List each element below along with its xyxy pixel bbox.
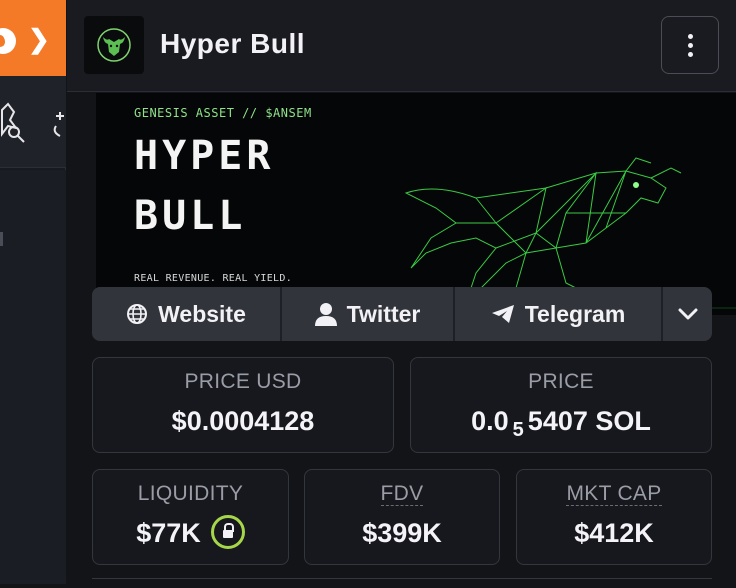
rail-scroll-marker[interactable] <box>0 232 3 246</box>
rail-list <box>0 170 66 584</box>
market-cap-value: $412K <box>574 518 654 548</box>
more-links-dropdown[interactable] <box>663 287 712 341</box>
telegram-link[interactable]: Telegram <box>455 287 663 341</box>
website-link[interactable]: Website <box>92 287 282 341</box>
price-sol-digits: 5407 SOL <box>527 406 651 436</box>
liquidity-label: LIQUIDITY <box>137 482 244 505</box>
liquidity-value: $77K <box>136 518 201 549</box>
kebab-menu-icon <box>687 33 693 39</box>
banner-tag: GENESIS ASSET // $ANSEM <box>134 106 312 120</box>
market-cap-card: MKT CAP $412K <box>516 469 712 565</box>
token-header: Hyper Bull <box>67 0 736 92</box>
more-options-button[interactable] <box>661 16 719 74</box>
market-cap-label-wrap: MKT CAP <box>517 482 711 506</box>
next-stats-row <box>92 578 712 588</box>
price-usd-label: PRICE USD <box>184 370 302 393</box>
liquidity-card: LIQUIDITY $77K <box>92 469 289 565</box>
chevron-right-icon: ❯ <box>28 24 50 54</box>
twitter-label: Twitter <box>346 300 421 327</box>
twitter-link[interactable]: Twitter <box>282 287 455 341</box>
social-links-bar: Website Twitter Telegram <box>92 287 712 341</box>
token-title: Hyper Bull <box>160 28 306 59</box>
rail-tools <box>0 76 66 168</box>
price-usd-card: PRICE USD $0.0004128 <box>92 357 394 453</box>
expand-rail-button[interactable]: ❯ <box>0 0 66 76</box>
price-sol-zero-count: 5 <box>512 419 524 441</box>
liquidity-value-row: $77K <box>93 515 288 552</box>
token-logo <box>84 16 144 74</box>
bull-logo-icon <box>97 28 131 62</box>
price-sol-prefix: 0.0 <box>471 406 509 436</box>
price-sol-card: PRICE 0.0 5 5407 SOL <box>410 357 712 453</box>
fdv-label-wrap: FDV <box>305 482 499 506</box>
user-icon <box>314 303 337 326</box>
chevron-down-icon <box>678 308 697 320</box>
telegram-label: Telegram <box>524 300 626 327</box>
rail-tool-icons[interactable] <box>0 76 66 168</box>
telegram-icon <box>491 305 514 323</box>
banner-subtitle: REAL REVENUE. REAL YIELD. <box>134 273 293 284</box>
price-sol-value: 0.0 5 5407 SOL <box>411 406 711 441</box>
fdv-label[interactable]: FDV <box>380 483 424 506</box>
globe-icon <box>127 304 148 324</box>
left-rail: ❯ <box>0 0 66 584</box>
price-sol-label: PRICE <box>528 370 594 393</box>
token-banner: GENESIS ASSET // $ANSEM HYPER BULL REAL … <box>96 93 736 315</box>
lock-icon[interactable] <box>210 515 245 549</box>
fire-icon <box>0 28 16 54</box>
banner-headline-1: HYPER <box>134 133 275 179</box>
banner-headline-2: BULL <box>134 193 247 239</box>
price-usd-value: $0.0004128 <box>171 406 315 436</box>
website-label: Website <box>158 300 246 327</box>
fdv-value: $399K <box>362 518 442 548</box>
fdv-card: FDV $399K <box>304 469 500 565</box>
token-panel: Hyper Bull GENESIS ASSET // $ANSEM HYPER… <box>67 0 736 584</box>
market-cap-label[interactable]: MKT CAP <box>566 483 662 506</box>
